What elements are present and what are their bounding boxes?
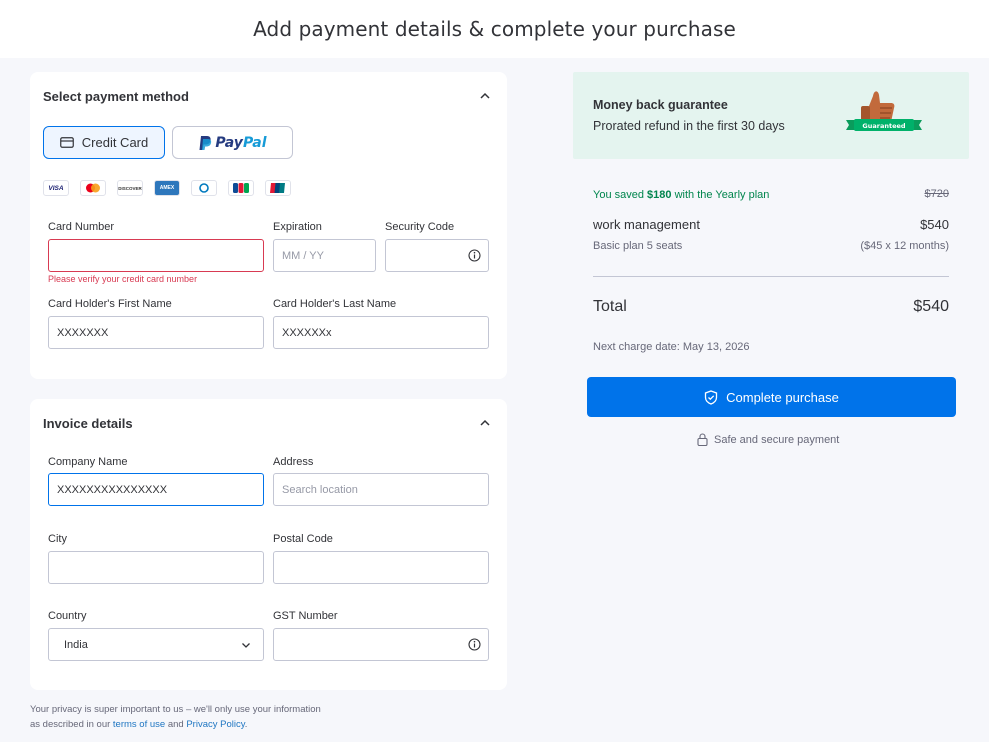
address-input[interactable]: Search location <box>273 473 489 506</box>
card-brands: VISA DISCOVER AMEX <box>43 180 291 196</box>
country-select[interactable]: India <box>48 628 264 661</box>
money-back-guarantee: Money back guarantee Prorated refund in … <box>573 72 969 159</box>
secure-payment-note: Safe and secure payment <box>697 433 839 446</box>
last-name-input[interactable]: XXXXXXx <box>273 316 489 349</box>
paypal-button[interactable]: Pay Pal <box>172 126 293 159</box>
security-code-label: Security Code <box>385 221 455 233</box>
original-price: $720 <box>924 188 949 200</box>
address-label: Address <box>273 456 314 468</box>
chevron-up-icon[interactable] <box>479 417 491 429</box>
guarantee-badge-text: Guaranteed <box>862 122 905 130</box>
payment-method-title: Select payment method <box>43 89 189 104</box>
lock-icon <box>697 433 708 446</box>
jcb-icon <box>228 180 254 196</box>
savings-note: You saved $180 with the Yearly plan <box>593 189 770 201</box>
thumbs-up-badge-icon: Guaranteed <box>846 91 922 131</box>
expiration-label: Expiration <box>273 221 322 233</box>
postal-code-input[interactable] <box>273 551 489 584</box>
product-price: $540 <box>920 217 949 232</box>
postal-code-label: Postal Code <box>273 533 333 545</box>
first-name-input[interactable]: XXXXXXX <box>48 316 264 349</box>
guarantee-title: Money back guarantee <box>593 98 728 112</box>
total-value: $540 <box>913 298 949 315</box>
terms-of-use-link[interactable]: terms of use <box>113 719 165 730</box>
amex-icon: AMEX <box>154 180 180 196</box>
last-name-label: Card Holder's Last Name <box>273 298 397 310</box>
mastercard-icon <box>80 180 106 196</box>
paypal-icon <box>199 135 212 150</box>
chevron-down-icon <box>242 643 250 648</box>
company-name-label: Company Name <box>48 456 128 468</box>
page-header: Add payment details & complete your purc… <box>0 0 989 58</box>
card-number-error: Please verify your credit card number <box>48 274 198 284</box>
invoice-details-card: Invoice details Company Name XXXXXXXXXXX… <box>30 399 507 690</box>
guarantee-subtitle: Prorated refund in the first 30 days <box>593 119 785 133</box>
first-name-label: Card Holder's First Name <box>48 298 172 310</box>
privacy-policy-link[interactable]: Privacy Policy <box>186 719 244 730</box>
product-name: work management <box>593 217 700 232</box>
complete-purchase-label: Complete purchase <box>726 389 839 405</box>
gst-number-input[interactable] <box>273 628 489 661</box>
credit-card-icon <box>59 137 74 148</box>
next-charge-date: Next charge date: May 13, 2026 <box>593 341 750 353</box>
invoice-details-title: Invoice details <box>43 416 133 431</box>
expiration-input[interactable]: MM / YY <box>273 239 376 272</box>
visa-icon: VISA <box>43 180 69 196</box>
company-name-input[interactable]: XXXXXXXXXXXXXXX <box>48 473 264 506</box>
credit-card-label: Credit Card <box>81 135 149 150</box>
plan-detail: ($45 x 12 months) <box>860 240 949 252</box>
shield-check-icon <box>704 389 718 405</box>
summary-divider <box>593 276 949 277</box>
security-code-input[interactable] <box>385 239 489 272</box>
paypal-logo: Pay Pal <box>198 134 267 151</box>
unionpay-icon <box>265 180 291 196</box>
discover-icon: DISCOVER <box>117 180 143 196</box>
country-label: Country <box>48 610 87 622</box>
card-number-input[interactable] <box>48 239 264 272</box>
city-label: City <box>48 533 67 545</box>
diners-icon <box>191 180 217 196</box>
privacy-notice: Your privacy is super important to us – … <box>30 704 321 730</box>
credit-card-button[interactable]: Credit Card <box>43 126 165 159</box>
city-input[interactable] <box>48 551 264 584</box>
payment-method-card: Select payment method Credit Card Pay Pal… <box>30 72 507 379</box>
complete-purchase-button[interactable]: Complete purchase <box>587 377 956 417</box>
info-icon[interactable] <box>468 249 481 262</box>
total-label: Total <box>593 298 627 315</box>
gst-number-label: GST Number <box>273 610 338 622</box>
plan-name: Basic plan 5 seats <box>593 240 683 252</box>
paypal-pay-text: Pay <box>215 134 243 151</box>
info-icon[interactable] <box>468 638 481 651</box>
card-number-label: Card Number <box>48 221 115 233</box>
paypal-pal-text: Pal <box>242 134 267 151</box>
chevron-up-icon[interactable] <box>479 90 491 102</box>
page-title: Add payment details & complete your purc… <box>253 17 736 41</box>
